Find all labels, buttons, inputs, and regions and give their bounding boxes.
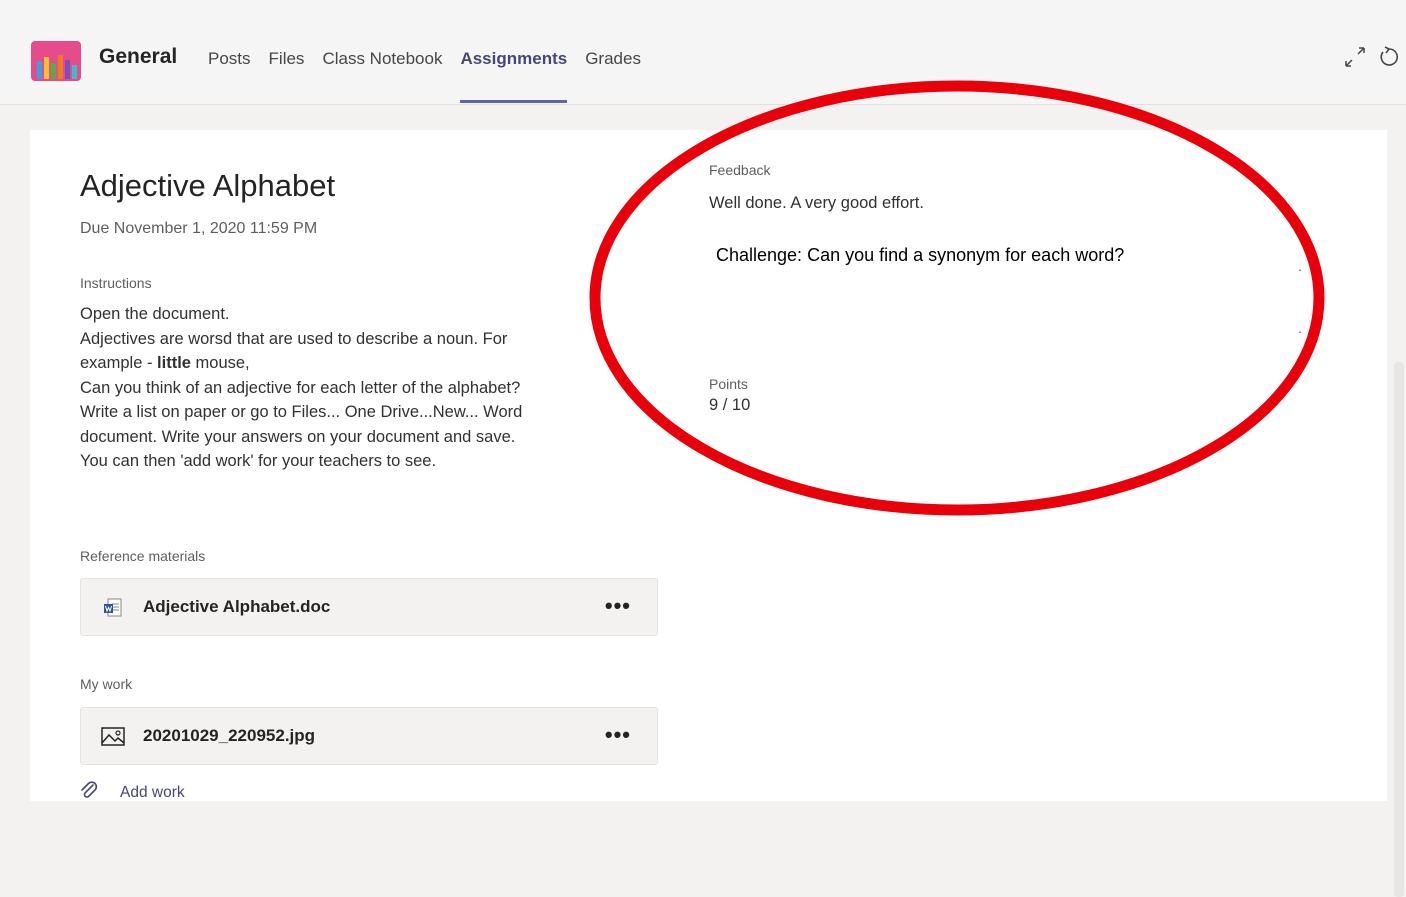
instructions-line: Adjectives are worsd that are used to de… (80, 329, 508, 348)
separator-dot: . (1298, 258, 1302, 274)
tab-assignments[interactable]: Assignments (460, 49, 567, 103)
separator-dot: . (1298, 320, 1302, 336)
tab-files[interactable]: Files (269, 49, 305, 103)
instructions-line: document. Write your answers on your doc… (80, 427, 516, 446)
scrollbar[interactable] (1394, 362, 1404, 897)
word-doc-icon (104, 598, 122, 617)
assignment-card: Adjective Alphabet Due November 1, 2020 … (30, 130, 1404, 897)
paperclip-icon (81, 781, 98, 798)
instructions-line: Write a list on paper or go to Files... … (80, 403, 523, 421)
instructions-text-fragment: mouse, (190, 354, 250, 372)
instructions-label: Instructions (80, 275, 152, 291)
expand-icon[interactable] (1342, 44, 1368, 70)
tab-posts[interactable]: Posts (208, 49, 251, 103)
my-work-file-name: 20201029_220952.jpg (143, 726, 316, 745)
reference-file[interactable]: Adjective Alphabet.doc ••• (80, 578, 658, 636)
tab-class-notebook[interactable]: Class Notebook (322, 49, 442, 103)
instructions-text: Open the document. Adjectives are worsd … (80, 302, 680, 474)
channel-tabs: Posts Files Class Notebook Assignments G… (208, 49, 659, 103)
image-file-icon (101, 727, 125, 746)
instructions-line: Open the document. (80, 305, 230, 323)
tab-grades[interactable]: Grades (585, 49, 641, 103)
reference-file-name: Adjective Alphabet.doc (143, 597, 331, 616)
team-logo[interactable] (31, 41, 81, 81)
refresh-icon[interactable] (1376, 44, 1402, 70)
instructions-text-fragment: example - (80, 354, 158, 372)
instructions-line: You can then 'add work' for your teacher… (80, 452, 437, 470)
feedback-text: Well done. A very good effort. (709, 194, 924, 212)
channel-header: General Posts Files Class Notebook Assig… (0, 0, 1406, 105)
challenge-text: Challenge: Can you find a synonym for ea… (716, 245, 1125, 265)
my-work-label: My work (80, 676, 133, 692)
assignment-title: Adjective Alphabet (80, 168, 336, 203)
more-options-button[interactable]: ••• (605, 722, 631, 748)
due-date: Due November 1, 2020 11:59 PM (80, 220, 318, 237)
feedback-label: Feedback (709, 162, 771, 178)
instructions-line: example - little mouse, (80, 351, 680, 376)
instructions-line: Can you think of an adjective for each l… (80, 378, 521, 397)
team-name: General (99, 45, 178, 68)
points-value: 9 / 10 (709, 396, 751, 414)
my-work-file[interactable]: 20201029_220952.jpg ••• (80, 707, 658, 765)
add-work-label: Add work (120, 784, 185, 801)
more-options-button[interactable]: ••• (605, 593, 631, 619)
instructions-bold-word: little (157, 354, 191, 372)
reference-materials-label: Reference materials (80, 548, 206, 564)
points-label: Points (709, 376, 748, 392)
